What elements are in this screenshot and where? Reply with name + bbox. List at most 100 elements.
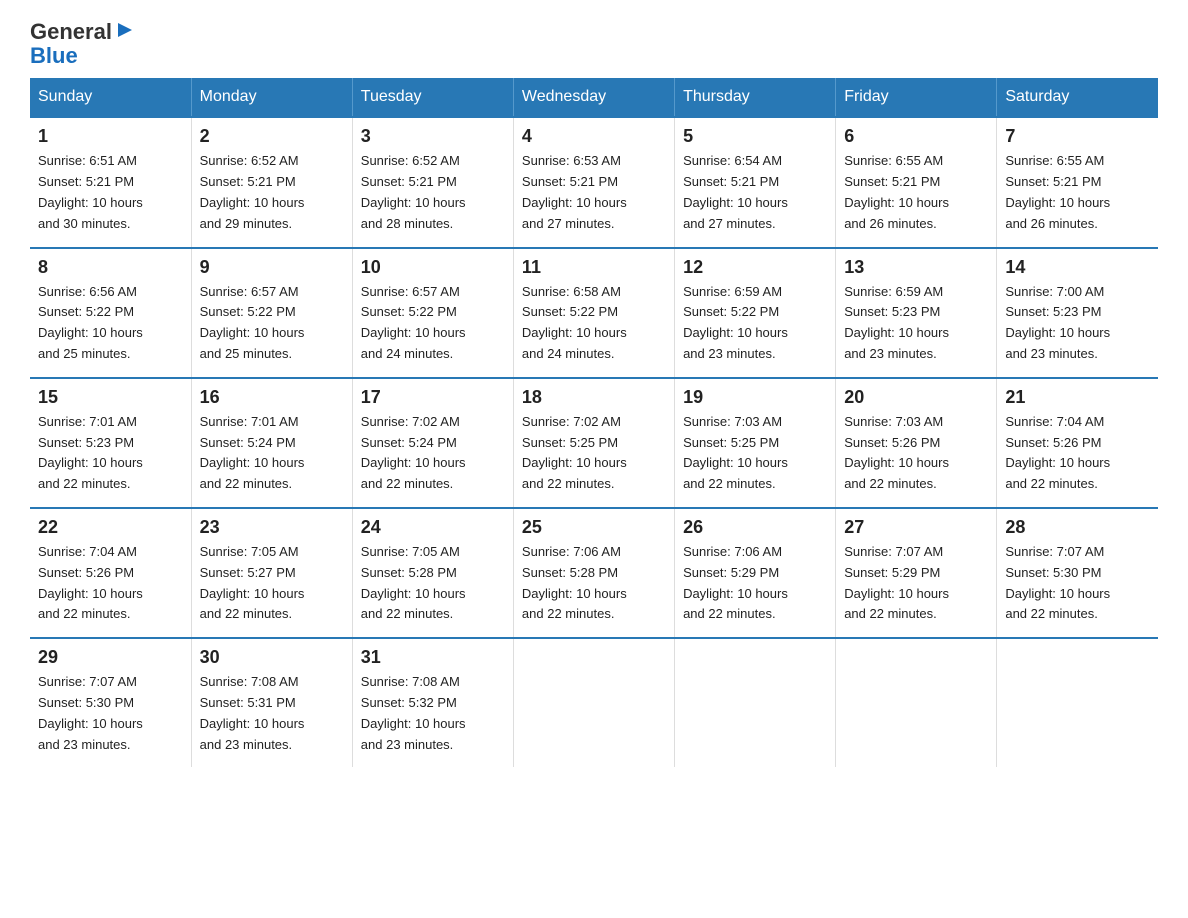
- logo: General Blue: [30, 20, 136, 68]
- calendar-cell: 18 Sunrise: 7:02 AM Sunset: 5:25 PM Dayl…: [513, 378, 674, 508]
- calendar-header-row: SundayMondayTuesdayWednesdayThursdayFrid…: [30, 78, 1158, 117]
- day-number: 22: [38, 517, 183, 538]
- calendar-cell: 13 Sunrise: 6:59 AM Sunset: 5:23 PM Dayl…: [836, 248, 997, 378]
- calendar-week-row: 1 Sunrise: 6:51 AM Sunset: 5:21 PM Dayli…: [30, 117, 1158, 247]
- calendar-cell: 30 Sunrise: 7:08 AM Sunset: 5:31 PM Dayl…: [191, 638, 352, 767]
- day-number: 10: [361, 257, 505, 278]
- day-detail: Sunrise: 7:04 AM Sunset: 5:26 PM Dayligh…: [38, 542, 183, 625]
- day-detail: Sunrise: 7:07 AM Sunset: 5:30 PM Dayligh…: [38, 672, 183, 755]
- day-number: 21: [1005, 387, 1150, 408]
- day-detail: Sunrise: 6:51 AM Sunset: 5:21 PM Dayligh…: [38, 151, 183, 234]
- day-number: 23: [200, 517, 344, 538]
- calendar-cell: 1 Sunrise: 6:51 AM Sunset: 5:21 PM Dayli…: [30, 117, 191, 247]
- day-number: 4: [522, 126, 666, 147]
- day-detail: Sunrise: 7:02 AM Sunset: 5:25 PM Dayligh…: [522, 412, 666, 495]
- day-number: 29: [38, 647, 183, 668]
- day-detail: Sunrise: 7:07 AM Sunset: 5:30 PM Dayligh…: [1005, 542, 1150, 625]
- day-number: 1: [38, 126, 183, 147]
- day-detail: Sunrise: 7:01 AM Sunset: 5:23 PM Dayligh…: [38, 412, 183, 495]
- calendar-week-row: 8 Sunrise: 6:56 AM Sunset: 5:22 PM Dayli…: [30, 248, 1158, 378]
- day-number: 17: [361, 387, 505, 408]
- calendar-cell: 29 Sunrise: 7:07 AM Sunset: 5:30 PM Dayl…: [30, 638, 191, 767]
- day-number: 9: [200, 257, 344, 278]
- header-sunday: Sunday: [30, 78, 191, 117]
- day-number: 30: [200, 647, 344, 668]
- calendar-cell: 15 Sunrise: 7:01 AM Sunset: 5:23 PM Dayl…: [30, 378, 191, 508]
- calendar-week-row: 29 Sunrise: 7:07 AM Sunset: 5:30 PM Dayl…: [30, 638, 1158, 767]
- calendar-cell: 10 Sunrise: 6:57 AM Sunset: 5:22 PM Dayl…: [352, 248, 513, 378]
- day-number: 6: [844, 126, 988, 147]
- calendar-week-row: 22 Sunrise: 7:04 AM Sunset: 5:26 PM Dayl…: [30, 508, 1158, 638]
- calendar-cell: 20 Sunrise: 7:03 AM Sunset: 5:26 PM Dayl…: [836, 378, 997, 508]
- header-tuesday: Tuesday: [352, 78, 513, 117]
- day-detail: Sunrise: 7:06 AM Sunset: 5:28 PM Dayligh…: [522, 542, 666, 625]
- logo-triangle-icon: [114, 19, 136, 41]
- day-number: 2: [200, 126, 344, 147]
- day-detail: Sunrise: 7:04 AM Sunset: 5:26 PM Dayligh…: [1005, 412, 1150, 495]
- day-detail: Sunrise: 6:55 AM Sunset: 5:21 PM Dayligh…: [844, 151, 988, 234]
- calendar-cell: 19 Sunrise: 7:03 AM Sunset: 5:25 PM Dayl…: [675, 378, 836, 508]
- day-number: 18: [522, 387, 666, 408]
- calendar-cell: 25 Sunrise: 7:06 AM Sunset: 5:28 PM Dayl…: [513, 508, 674, 638]
- day-detail: Sunrise: 6:53 AM Sunset: 5:21 PM Dayligh…: [522, 151, 666, 234]
- day-number: 5: [683, 126, 827, 147]
- page-header: General Blue: [30, 20, 1158, 68]
- day-detail: Sunrise: 6:57 AM Sunset: 5:22 PM Dayligh…: [200, 282, 344, 365]
- day-detail: Sunrise: 7:05 AM Sunset: 5:27 PM Dayligh…: [200, 542, 344, 625]
- header-saturday: Saturday: [997, 78, 1158, 117]
- day-number: 3: [361, 126, 505, 147]
- day-detail: Sunrise: 6:56 AM Sunset: 5:22 PM Dayligh…: [38, 282, 183, 365]
- header-thursday: Thursday: [675, 78, 836, 117]
- calendar-table: SundayMondayTuesdayWednesdayThursdayFrid…: [30, 78, 1158, 767]
- day-detail: Sunrise: 6:52 AM Sunset: 5:21 PM Dayligh…: [200, 151, 344, 234]
- header-wednesday: Wednesday: [513, 78, 674, 117]
- day-number: 26: [683, 517, 827, 538]
- calendar-cell: 6 Sunrise: 6:55 AM Sunset: 5:21 PM Dayli…: [836, 117, 997, 247]
- day-detail: Sunrise: 7:06 AM Sunset: 5:29 PM Dayligh…: [683, 542, 827, 625]
- day-number: 15: [38, 387, 183, 408]
- day-number: 31: [361, 647, 505, 668]
- calendar-cell: 22 Sunrise: 7:04 AM Sunset: 5:26 PM Dayl…: [30, 508, 191, 638]
- day-detail: Sunrise: 6:58 AM Sunset: 5:22 PM Dayligh…: [522, 282, 666, 365]
- day-number: 27: [844, 517, 988, 538]
- day-detail: Sunrise: 7:05 AM Sunset: 5:28 PM Dayligh…: [361, 542, 505, 625]
- day-detail: Sunrise: 6:55 AM Sunset: 5:21 PM Dayligh…: [1005, 151, 1150, 234]
- calendar-cell: 24 Sunrise: 7:05 AM Sunset: 5:28 PM Dayl…: [352, 508, 513, 638]
- day-detail: Sunrise: 7:00 AM Sunset: 5:23 PM Dayligh…: [1005, 282, 1150, 365]
- calendar-cell: 2 Sunrise: 6:52 AM Sunset: 5:21 PM Dayli…: [191, 117, 352, 247]
- calendar-cell: 4 Sunrise: 6:53 AM Sunset: 5:21 PM Dayli…: [513, 117, 674, 247]
- calendar-cell: 27 Sunrise: 7:07 AM Sunset: 5:29 PM Dayl…: [836, 508, 997, 638]
- calendar-cell: [836, 638, 997, 767]
- calendar-cell: 8 Sunrise: 6:56 AM Sunset: 5:22 PM Dayli…: [30, 248, 191, 378]
- calendar-cell: [675, 638, 836, 767]
- calendar-cell: 17 Sunrise: 7:02 AM Sunset: 5:24 PM Dayl…: [352, 378, 513, 508]
- day-number: 12: [683, 257, 827, 278]
- day-detail: Sunrise: 7:03 AM Sunset: 5:26 PM Dayligh…: [844, 412, 988, 495]
- calendar-cell: 26 Sunrise: 7:06 AM Sunset: 5:29 PM Dayl…: [675, 508, 836, 638]
- day-number: 24: [361, 517, 505, 538]
- calendar-cell: 5 Sunrise: 6:54 AM Sunset: 5:21 PM Dayli…: [675, 117, 836, 247]
- day-number: 13: [844, 257, 988, 278]
- day-detail: Sunrise: 7:07 AM Sunset: 5:29 PM Dayligh…: [844, 542, 988, 625]
- day-detail: Sunrise: 7:08 AM Sunset: 5:31 PM Dayligh…: [200, 672, 344, 755]
- day-detail: Sunrise: 7:08 AM Sunset: 5:32 PM Dayligh…: [361, 672, 505, 755]
- logo-text-general: General: [30, 20, 112, 44]
- day-detail: Sunrise: 6:59 AM Sunset: 5:23 PM Dayligh…: [844, 282, 988, 365]
- calendar-cell: 11 Sunrise: 6:58 AM Sunset: 5:22 PM Dayl…: [513, 248, 674, 378]
- header-monday: Monday: [191, 78, 352, 117]
- day-number: 25: [522, 517, 666, 538]
- calendar-cell: 16 Sunrise: 7:01 AM Sunset: 5:24 PM Dayl…: [191, 378, 352, 508]
- calendar-cell: [997, 638, 1158, 767]
- day-number: 14: [1005, 257, 1150, 278]
- day-detail: Sunrise: 7:02 AM Sunset: 5:24 PM Dayligh…: [361, 412, 505, 495]
- calendar-cell: 28 Sunrise: 7:07 AM Sunset: 5:30 PM Dayl…: [997, 508, 1158, 638]
- calendar-cell: 31 Sunrise: 7:08 AM Sunset: 5:32 PM Dayl…: [352, 638, 513, 767]
- day-detail: Sunrise: 6:59 AM Sunset: 5:22 PM Dayligh…: [683, 282, 827, 365]
- calendar-week-row: 15 Sunrise: 7:01 AM Sunset: 5:23 PM Dayl…: [30, 378, 1158, 508]
- calendar-cell: 23 Sunrise: 7:05 AM Sunset: 5:27 PM Dayl…: [191, 508, 352, 638]
- header-friday: Friday: [836, 78, 997, 117]
- calendar-cell: 14 Sunrise: 7:00 AM Sunset: 5:23 PM Dayl…: [997, 248, 1158, 378]
- day-detail: Sunrise: 6:52 AM Sunset: 5:21 PM Dayligh…: [361, 151, 505, 234]
- day-detail: Sunrise: 6:57 AM Sunset: 5:22 PM Dayligh…: [361, 282, 505, 365]
- calendar-cell: 3 Sunrise: 6:52 AM Sunset: 5:21 PM Dayli…: [352, 117, 513, 247]
